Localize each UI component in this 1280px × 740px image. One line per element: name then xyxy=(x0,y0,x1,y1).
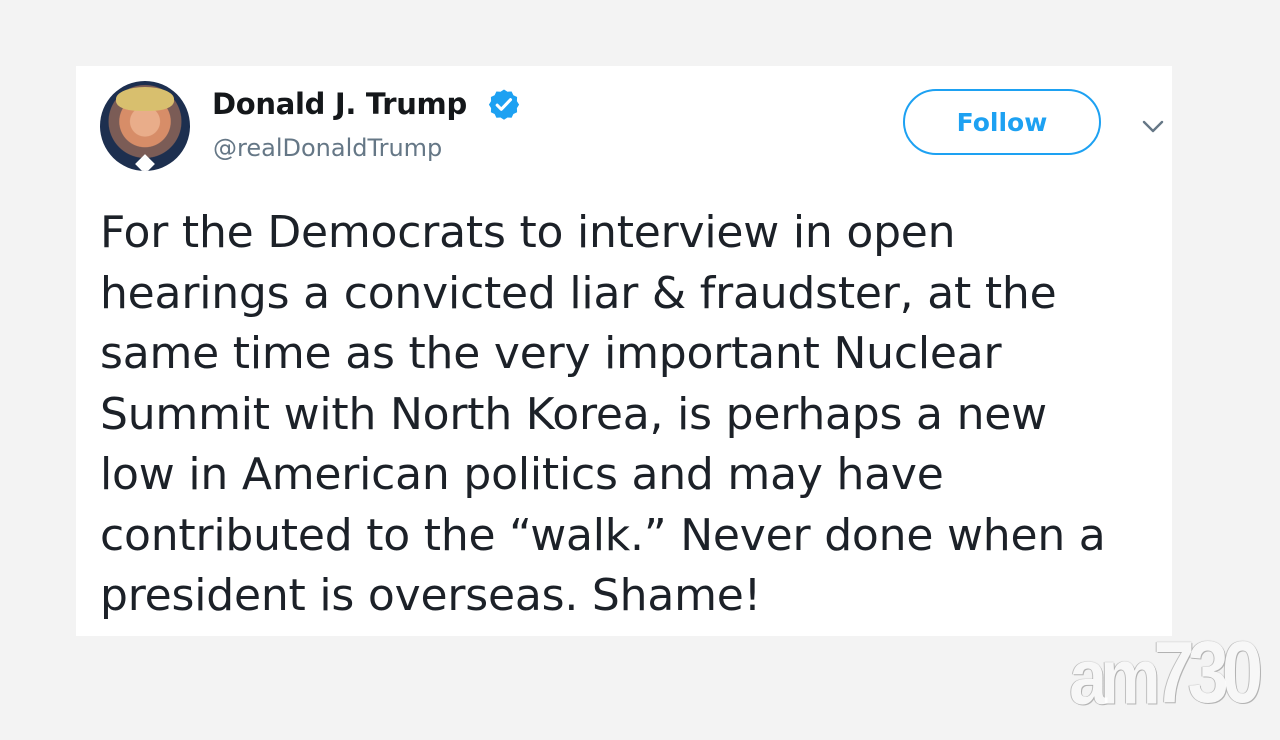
watermark-letters: am xyxy=(1069,633,1160,721)
verified-badge-icon xyxy=(488,89,520,120)
tweet-text: For the Democrats to interview in open h… xyxy=(100,207,1106,621)
follow-button[interactable]: Follow xyxy=(903,89,1101,155)
watermark-digits: 730 xyxy=(1153,622,1264,721)
user-avatar-icon[interactable] xyxy=(100,81,190,171)
tweet-card: Donald J. Trump @realDonaldTrump Follow … xyxy=(76,66,1172,636)
am730-watermark-logo: am 730 xyxy=(1069,623,1263,722)
chevron-down-icon[interactable] xyxy=(1141,116,1165,136)
author-name[interactable]: Donald J. Trump xyxy=(212,87,467,121)
author-handle[interactable]: @realDonaldTrump xyxy=(213,134,442,162)
